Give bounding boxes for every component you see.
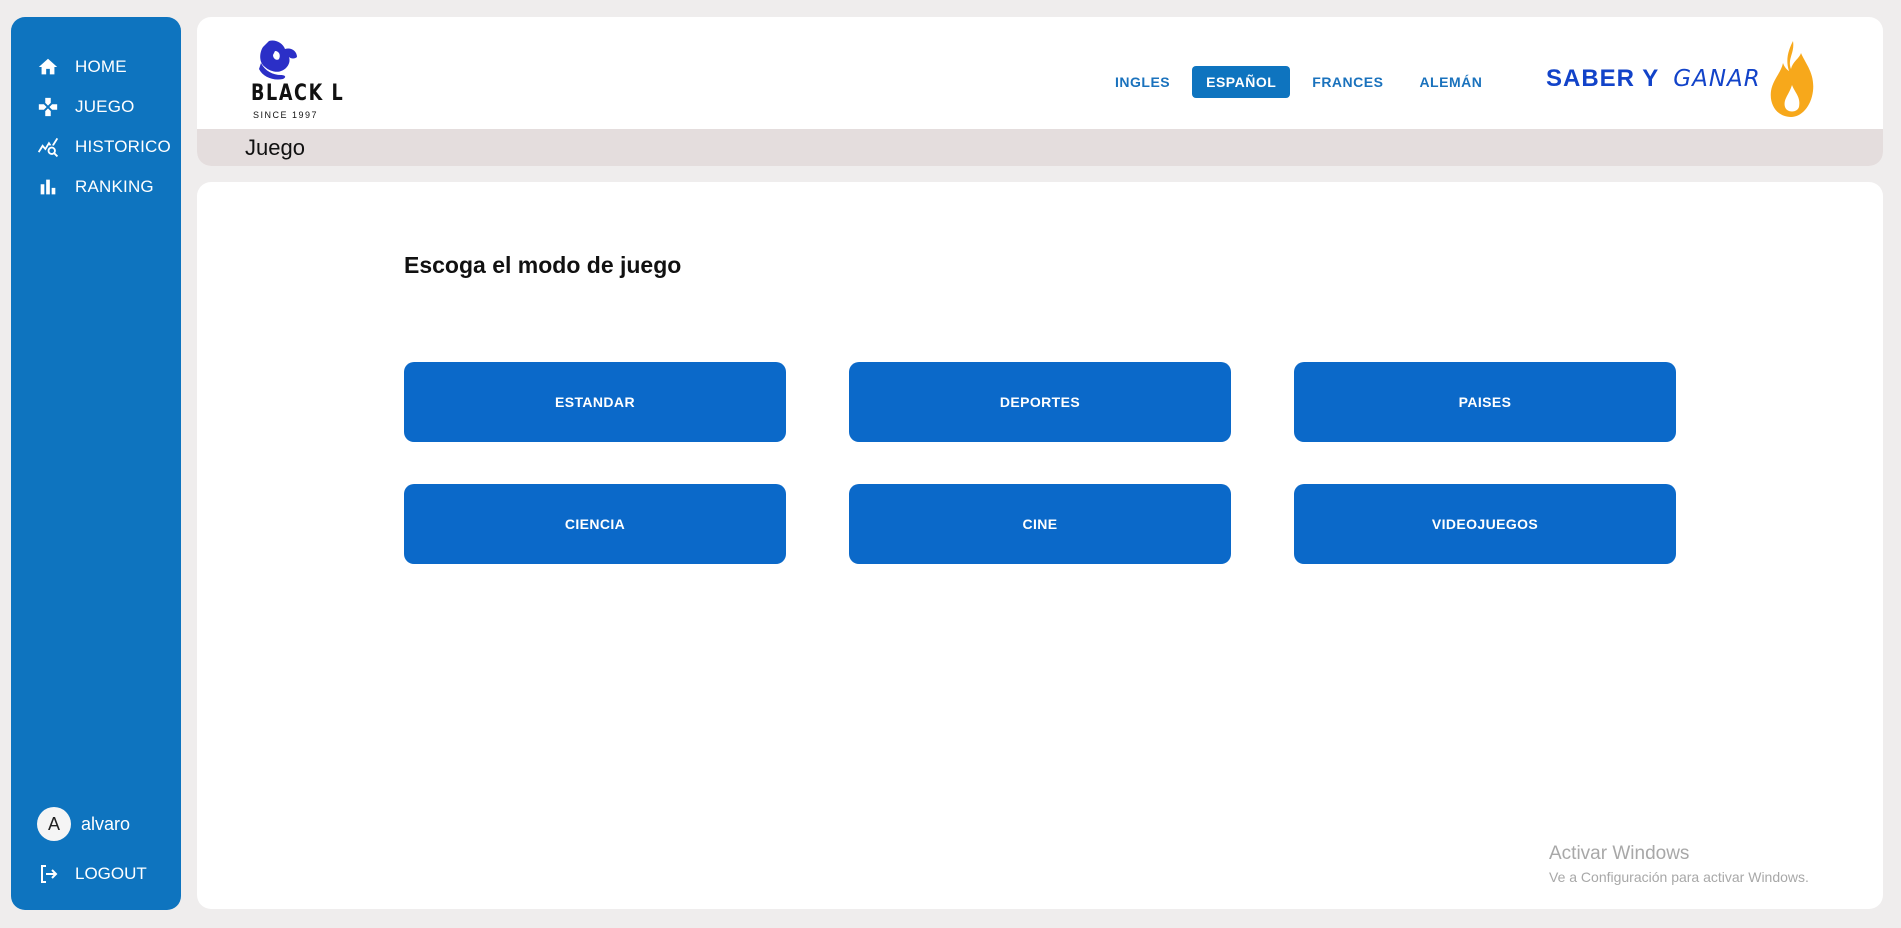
page-title: Juego — [245, 135, 305, 160]
home-icon — [38, 58, 58, 75]
bar-chart-icon — [40, 179, 56, 195]
gamepad-icon — [38, 97, 58, 117]
logo-name: BLACK L — [251, 81, 345, 106]
avatar: A — [37, 807, 71, 841]
lang-button-frances[interactable]: FRANCES — [1298, 66, 1397, 98]
mode-button-ciencia[interactable]: CIENCIA — [404, 484, 786, 564]
sidebar-item-label: RANKING — [75, 177, 154, 196]
page-title-bar: Juego — [197, 129, 1883, 166]
logo-tagline: SINCE 1997 — [253, 110, 319, 120]
user-profile[interactable]: A alvaro — [37, 807, 130, 841]
game-mode-grid: ESTANDAR DEPORTES PAISES CIENCIA CINE VI… — [404, 362, 1676, 564]
sidebar-item-home[interactable]: HOME — [11, 47, 181, 87]
logout-button[interactable]: LOGOUT — [37, 862, 147, 886]
sidebar-item-label: HOME — [75, 57, 127, 76]
sidebar-nav: HOME JUEGO HISTORICO RANKING — [11, 17, 181, 207]
lang-button-aleman[interactable]: ALEMÁN — [1405, 66, 1496, 98]
logout-icon — [41, 865, 58, 883]
flame-icon — [1770, 41, 1814, 117]
mode-button-cine[interactable]: CINE — [849, 484, 1231, 564]
mode-button-deportes[interactable]: DEPORTES — [849, 362, 1231, 442]
main-panel: Escoga el modo de juego ESTANDAR DEPORTE… — [197, 182, 1883, 909]
lang-button-espanol[interactable]: ESPAÑOL — [1192, 66, 1291, 98]
header: BLACK L SINCE 1997 INGLES ESPAÑOL FRANCE… — [197, 17, 1883, 166]
sidebar-item-label: HISTORICO — [75, 137, 171, 156]
game-mode-prompt: Escoga el modo de juego — [404, 252, 682, 278]
logout-label: LOGOUT — [75, 864, 147, 883]
mode-button-estandar[interactable]: ESTANDAR — [404, 362, 786, 442]
watermark-title: Activar Windows — [1549, 843, 1690, 864]
history-chart-icon — [37, 137, 59, 158]
sidebar-item-ranking[interactable]: RANKING — [11, 167, 181, 207]
brand-part-2: GANAR — [1673, 66, 1761, 92]
language-selector: INGLES ESPAÑOL FRANCES ALEMÁN — [1101, 66, 1504, 98]
mode-button-paises[interactable]: PAISES — [1294, 362, 1676, 442]
sidebar-item-label: JUEGO — [75, 97, 135, 116]
user-name: alvaro — [81, 813, 131, 834]
windows-activation-watermark: Activar Windows Ve a Configuración para … — [1549, 843, 1809, 885]
sidebar-item-juego[interactable]: JUEGO — [11, 87, 181, 127]
sidebar: HOME JUEGO HISTORICO RANKING A alvaro LO… — [11, 17, 181, 910]
mode-button-videojuegos[interactable]: VIDEOJUEGOS — [1294, 484, 1676, 564]
brand-part-1: SABER Y — [1546, 65, 1660, 92]
watermark-subtitle: Ve a Configuración para activar Windows. — [1549, 869, 1809, 885]
lang-button-ingles[interactable]: INGLES — [1101, 66, 1184, 98]
app-brand: SABER Y GANAR — [1546, 65, 1761, 93]
sidebar-item-historico[interactable]: HISTORICO — [11, 127, 181, 167]
